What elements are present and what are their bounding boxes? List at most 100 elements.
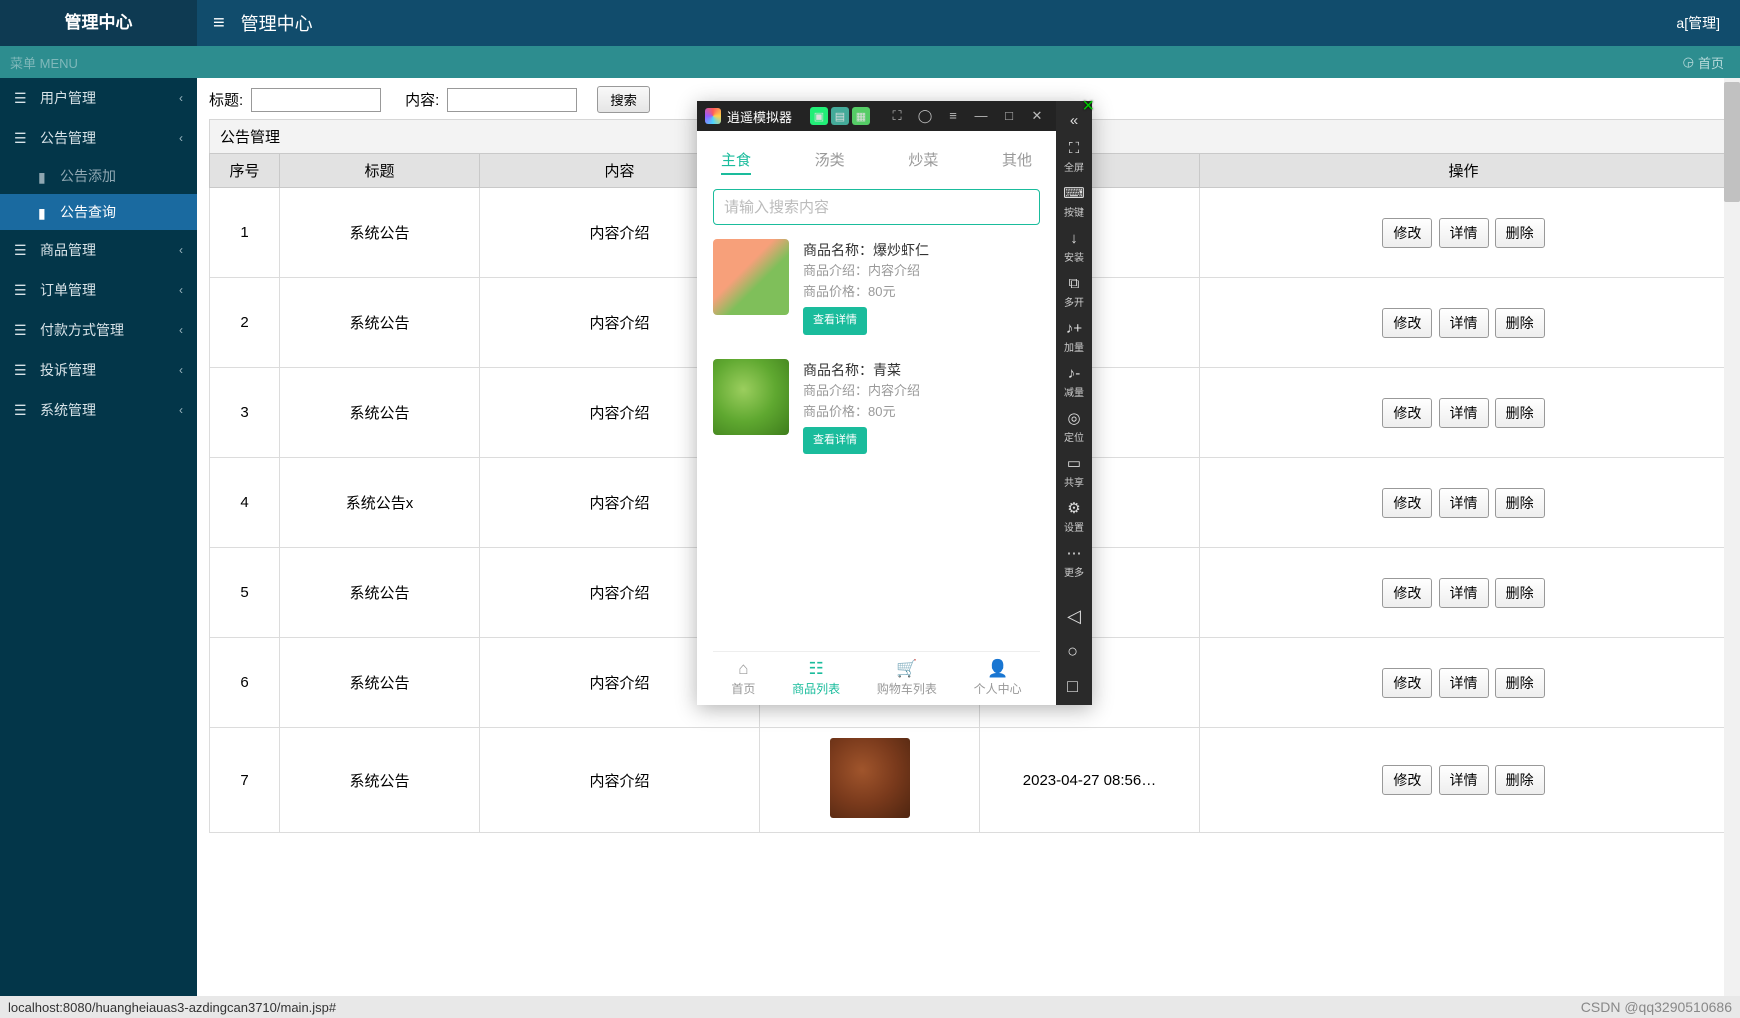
- th-title: 标题: [280, 154, 480, 188]
- emu-side-item[interactable]: ⚙设置: [1056, 495, 1092, 538]
- maximize-icon[interactable]: □: [998, 108, 1020, 124]
- page-title: 管理中心: [241, 10, 1677, 36]
- bottom-nav-icon: 👤: [988, 660, 1008, 678]
- app-tabs: 主食 汤类 炒菜 其他: [713, 143, 1040, 185]
- detail-button[interactable]: 详情: [1439, 668, 1489, 698]
- bottom-nav-item[interactable]: 🛒购物车列表: [877, 660, 937, 697]
- emulator-chip-icon[interactable]: ▤: [831, 107, 849, 125]
- emu-side-item[interactable]: ♪-减量: [1056, 360, 1092, 403]
- emu-side-label: 设置: [1064, 519, 1084, 534]
- tab-staple[interactable]: 主食: [721, 149, 751, 175]
- edit-button[interactable]: 修改: [1382, 765, 1432, 795]
- edit-button[interactable]: 修改: [1382, 578, 1432, 608]
- sidebar-item-notice[interactable]: ☰公告管理 ‹: [0, 118, 197, 158]
- cell-actions: 修改 详情 删除: [1200, 278, 1728, 368]
- emu-side-label: 共享: [1064, 474, 1084, 489]
- sidebar-item-label: 投诉管理: [40, 360, 96, 380]
- fullscreen-icon[interactable]: ⛶: [886, 108, 908, 124]
- delete-button[interactable]: 删除: [1495, 765, 1545, 795]
- emulator-sidebar: « ⛶全屏⌨按键↓安装⧉多开♪+加量♪-减量◎定位▭共享⚙设置⋯更多◁○□: [1056, 101, 1092, 705]
- menu-icon[interactable]: ≡: [942, 108, 964, 124]
- sidebar-item-label: 付款方式管理: [40, 320, 124, 340]
- chevron-left-icon: ‹: [179, 363, 183, 377]
- search-button[interactable]: 搜索: [597, 86, 650, 113]
- emu-side-item[interactable]: ▭共享: [1056, 450, 1092, 493]
- product-item: 商品名称：爆炒虾仁 商品介绍：内容介绍 商品价格：80元 查看详情: [713, 239, 1040, 335]
- emulator-chip-icon[interactable]: ▣: [810, 107, 828, 125]
- hamburger-icon[interactable]: ≡: [197, 12, 241, 35]
- android-nav-icon[interactable]: ◁: [1067, 606, 1081, 627]
- detail-button[interactable]: 详情: [1439, 398, 1489, 428]
- cell-title: 系统公告: [280, 548, 480, 638]
- tab-stirfry[interactable]: 炒菜: [908, 149, 938, 175]
- bottom-nav-item[interactable]: ⌂首页: [731, 660, 755, 697]
- delete-button[interactable]: 删除: [1495, 578, 1545, 608]
- sidebar-item-complaint[interactable]: ☰投诉管理 ‹: [0, 350, 197, 390]
- sliders-icon: ☰: [14, 402, 30, 418]
- edit-button[interactable]: 修改: [1382, 398, 1432, 428]
- view-detail-button[interactable]: 查看详情: [803, 307, 867, 335]
- user-label[interactable]: a[管理]: [1676, 13, 1740, 33]
- table-row: 7 系统公告 内容介绍 2023-04-27 08:56… 修改 详情 删除: [210, 728, 1728, 833]
- bottom-nav-icon: ☷: [806, 660, 826, 678]
- bottom-nav-item[interactable]: ☷商品列表: [792, 660, 840, 697]
- emulator-close-x-icon[interactable]: ×: [1082, 95, 1094, 118]
- filter-title-input[interactable]: [251, 88, 381, 112]
- emu-side-label: 加量: [1064, 339, 1084, 354]
- emu-side-item[interactable]: ⧉多开: [1056, 270, 1092, 313]
- sidebar-item-users[interactable]: ☰用户管理 ‹: [0, 78, 197, 118]
- app-search[interactable]: [713, 189, 1040, 225]
- bottom-nav-item[interactable]: 👤个人中心: [974, 660, 1022, 697]
- emulator-titlebar[interactable]: 逍遥模拟器 ▣ ▤ ▦ ⛶ ◯ ≡ — □ ✕: [697, 101, 1056, 131]
- filter-content-input[interactable]: [447, 88, 577, 112]
- emu-side-item[interactable]: ⋯更多: [1056, 540, 1092, 583]
- emu-side-item[interactable]: ⛶全屏: [1056, 135, 1092, 178]
- view-detail-button[interactable]: 查看详情: [803, 427, 867, 455]
- home-link[interactable]: ◶ 首页: [1683, 53, 1724, 72]
- sidebar-subitem-notice-query[interactable]: ▮ 公告查询: [0, 194, 197, 230]
- row-thumbnail: [830, 738, 910, 818]
- edit-button[interactable]: 修改: [1382, 488, 1432, 518]
- sidebar-item-orders[interactable]: ☰订单管理 ‹: [0, 270, 197, 310]
- bookmark-icon: ▮: [38, 205, 50, 219]
- emu-side-icon: ↓: [1065, 229, 1083, 247]
- close-icon[interactable]: ✕: [1026, 108, 1048, 124]
- dashboard-icon: ◶: [1683, 54, 1694, 70]
- detail-button[interactable]: 详情: [1439, 578, 1489, 608]
- delete-button[interactable]: 删除: [1495, 398, 1545, 428]
- delete-button[interactable]: 删除: [1495, 218, 1545, 248]
- delete-button[interactable]: 删除: [1495, 668, 1545, 698]
- edit-button[interactable]: 修改: [1382, 218, 1432, 248]
- android-nav-icon[interactable]: □: [1067, 676, 1081, 697]
- delete-button[interactable]: 删除: [1495, 308, 1545, 338]
- vertical-scrollbar[interactable]: [1724, 78, 1740, 996]
- sidebar-item-system[interactable]: ☰系统管理 ‹: [0, 390, 197, 430]
- sidebar-subitem-notice-add[interactable]: ▮ 公告添加: [0, 158, 197, 194]
- sidebar-item-goods[interactable]: ☰商品管理 ‹: [0, 230, 197, 270]
- emu-side-item[interactable]: ♪+加量: [1056, 315, 1092, 358]
- delete-button[interactable]: 删除: [1495, 488, 1545, 518]
- minimize-icon[interactable]: —: [970, 108, 992, 124]
- edit-button[interactable]: 修改: [1382, 308, 1432, 338]
- bookmark-icon: ▮: [38, 169, 50, 183]
- detail-button[interactable]: 详情: [1439, 765, 1489, 795]
- android-nav-icon[interactable]: ○: [1067, 641, 1081, 662]
- detail-button[interactable]: 详情: [1439, 218, 1489, 248]
- tab-soup[interactable]: 汤类: [815, 149, 845, 175]
- tab-other[interactable]: 其他: [1002, 149, 1032, 175]
- emu-side-item[interactable]: ◎定位: [1056, 405, 1092, 448]
- cell-title: 系统公告: [280, 728, 480, 833]
- detail-button[interactable]: 详情: [1439, 488, 1489, 518]
- detail-button[interactable]: 详情: [1439, 308, 1489, 338]
- cell-actions: 修改 详情 删除: [1200, 368, 1728, 458]
- sidebar-item-payment[interactable]: ☰付款方式管理 ‹: [0, 310, 197, 350]
- app-search-input[interactable]: [724, 199, 1029, 216]
- edit-button[interactable]: 修改: [1382, 668, 1432, 698]
- emu-side-label: 全屏: [1064, 159, 1084, 174]
- cell-actions: 修改 详情 删除: [1200, 638, 1728, 728]
- emu-side-item[interactable]: ⌨按键: [1056, 180, 1092, 223]
- cell-title: 系统公告: [280, 638, 480, 728]
- emu-side-item[interactable]: ↓安装: [1056, 225, 1092, 268]
- account-icon[interactable]: ◯: [914, 108, 936, 124]
- emulator-chip-icon[interactable]: ▦: [852, 107, 870, 125]
